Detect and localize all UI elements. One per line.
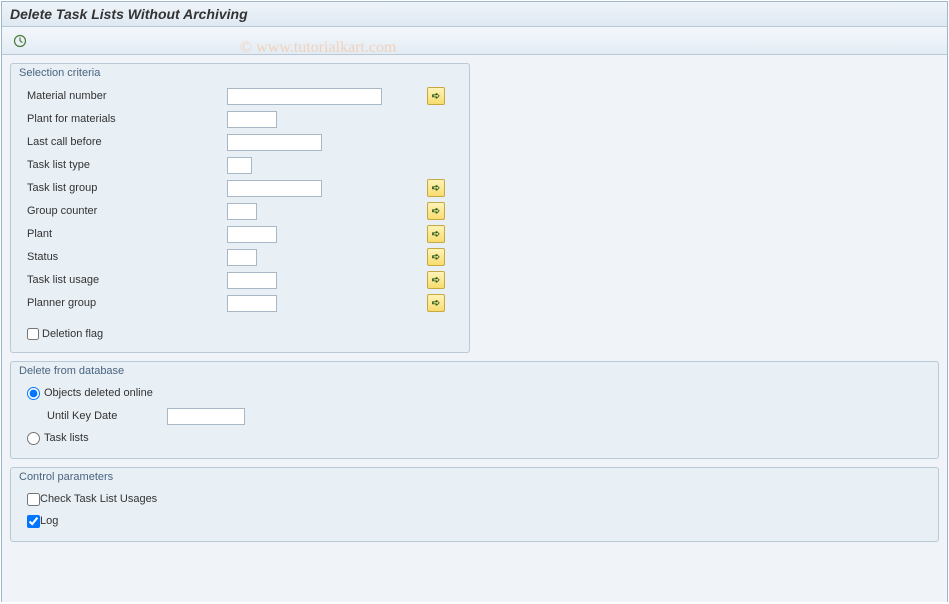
group-title-control: Control parameters bbox=[11, 468, 938, 489]
control-parameters-group: Control parameters Check Task List Usage… bbox=[10, 467, 939, 542]
selection-criteria-group: Selection criteria Material number ➪ Pla… bbox=[10, 63, 470, 353]
multiselect-status[interactable]: ➪ bbox=[427, 248, 445, 266]
arrow-right-icon: ➪ bbox=[432, 229, 440, 240]
toolbar bbox=[2, 27, 947, 55]
input-status[interactable] bbox=[227, 249, 257, 266]
multiselect-plant[interactable]: ➪ bbox=[427, 225, 445, 243]
label-until-key-date: Until Key Date bbox=[47, 410, 167, 422]
page-title: Delete Task Lists Without Archiving bbox=[10, 6, 939, 22]
multiselect-task-list-usage[interactable]: ➪ bbox=[427, 271, 445, 289]
checkbox-log[interactable] bbox=[27, 515, 40, 528]
input-plant[interactable] bbox=[227, 226, 277, 243]
radio-task-lists[interactable] bbox=[27, 432, 40, 445]
label-deletion-flag: Deletion flag bbox=[42, 328, 103, 340]
checkbox-check-usages[interactable] bbox=[27, 493, 40, 506]
label-planner-group: Planner group bbox=[27, 297, 227, 309]
radio-objects-online[interactable] bbox=[27, 387, 40, 400]
group-title-delete-db: Delete from database bbox=[11, 362, 938, 383]
execute-button[interactable] bbox=[10, 31, 30, 51]
label-plant: Plant bbox=[27, 228, 227, 240]
arrow-right-icon: ➪ bbox=[432, 206, 440, 217]
input-plant-materials[interactable] bbox=[227, 111, 277, 128]
label-plant-materials: Plant for materials bbox=[27, 113, 227, 125]
input-task-list-group[interactable] bbox=[227, 180, 322, 197]
multiselect-material-number[interactable]: ➪ bbox=[427, 87, 445, 105]
group-title-selection: Selection criteria bbox=[11, 64, 469, 85]
arrow-right-icon: ➪ bbox=[432, 298, 440, 309]
input-planner-group[interactable] bbox=[227, 295, 277, 312]
checkbox-deletion-flag[interactable] bbox=[27, 328, 39, 340]
delete-database-group: Delete from database Objects deleted onl… bbox=[10, 361, 939, 459]
clock-execute-icon bbox=[13, 34, 27, 48]
multiselect-group-counter[interactable]: ➪ bbox=[427, 202, 445, 220]
label-check-usages: Check Task List Usages bbox=[40, 493, 157, 505]
label-log: Log bbox=[40, 515, 58, 527]
input-material-number[interactable] bbox=[227, 88, 382, 105]
arrow-right-icon: ➪ bbox=[432, 252, 440, 263]
label-task-list-usage: Task list usage bbox=[27, 274, 227, 286]
label-material-number: Material number bbox=[27, 90, 227, 102]
label-objects-online: Objects deleted online bbox=[44, 387, 153, 399]
arrow-right-icon: ➪ bbox=[432, 91, 440, 102]
input-task-list-usage[interactable] bbox=[227, 272, 277, 289]
label-task-lists: Task lists bbox=[44, 432, 89, 444]
label-status: Status bbox=[27, 251, 227, 263]
multiselect-task-list-group[interactable]: ➪ bbox=[427, 179, 445, 197]
label-last-call: Last call before bbox=[27, 136, 227, 148]
title-bar: Delete Task Lists Without Archiving bbox=[2, 2, 947, 27]
arrow-right-icon: ➪ bbox=[432, 275, 440, 286]
input-last-call[interactable] bbox=[227, 134, 322, 151]
arrow-right-icon: ➪ bbox=[432, 183, 440, 194]
label-task-list-type: Task list type bbox=[27, 159, 227, 171]
label-task-list-group: Task list group bbox=[27, 182, 227, 194]
input-until-key-date[interactable] bbox=[167, 408, 245, 425]
multiselect-planner-group[interactable]: ➪ bbox=[427, 294, 445, 312]
label-group-counter: Group counter bbox=[27, 205, 227, 217]
input-task-list-type[interactable] bbox=[227, 157, 252, 174]
input-group-counter[interactable] bbox=[227, 203, 257, 220]
